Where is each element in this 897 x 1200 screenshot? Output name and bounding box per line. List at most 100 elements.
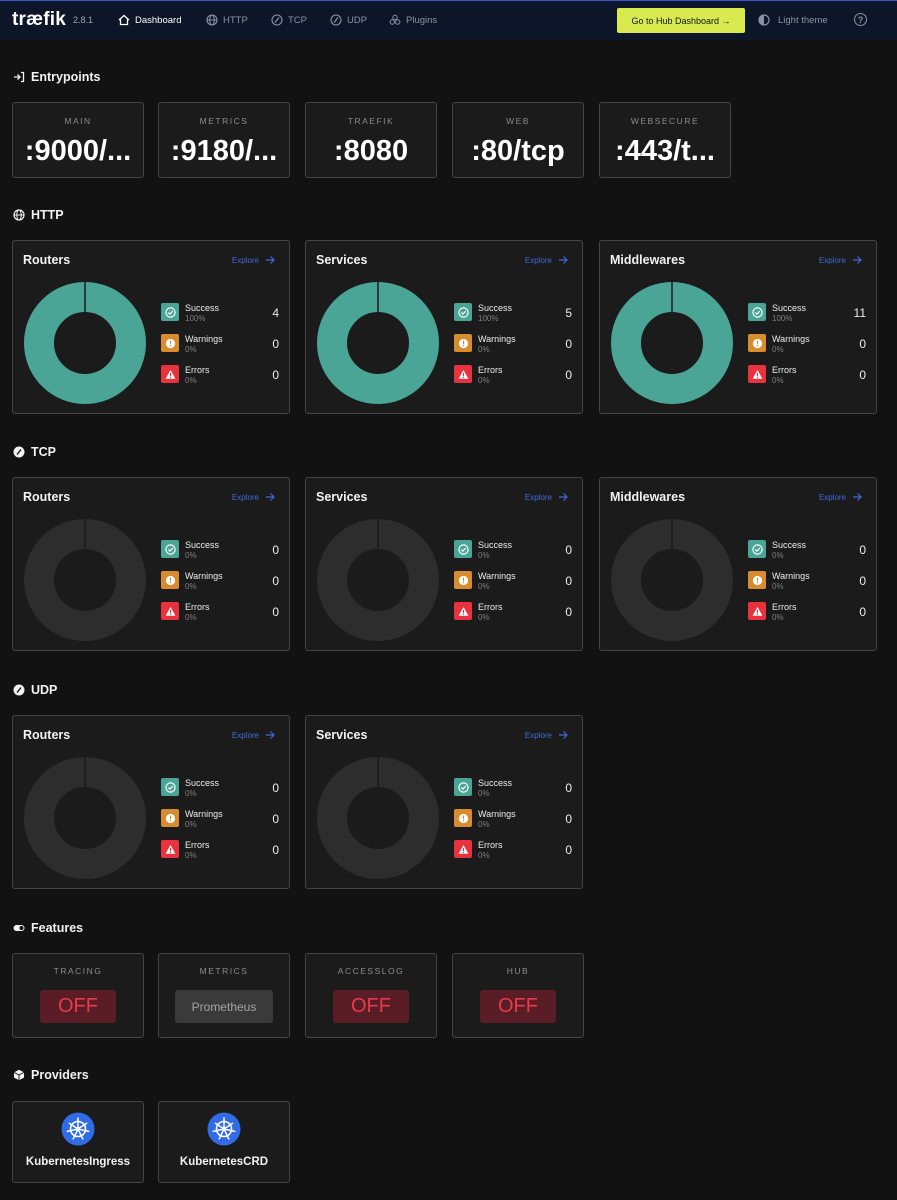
legend-success-label: Success [478, 303, 513, 313]
arrow-right-icon [559, 731, 568, 739]
legend-errors-count: 0 [272, 843, 279, 857]
legend-errors: Errors 0% 0 [161, 602, 279, 626]
legend-errors: Errors 0% 0 [454, 365, 572, 389]
provider-card-kubernetesingress: KubernetesIngress [12, 1101, 144, 1183]
legend-success: Success 0% 0 [454, 540, 572, 564]
explore-link[interactable]: Explore [525, 492, 568, 502]
provider-name: KubernetesCRD [179, 1156, 269, 1168]
legend-errors: Errors 0% 0 [748, 365, 866, 389]
legend-success-icon-box [454, 303, 472, 321]
legend-warnings: Warnings 0% 0 [161, 571, 279, 595]
card-title: Middlewares [610, 253, 686, 267]
legend-warnings-count: 0 [859, 337, 866, 351]
status-donut-chart [24, 282, 146, 404]
legend-errors-label: Errors [478, 602, 503, 612]
cube-icon [13, 1069, 25, 1081]
arrow-right-icon [853, 493, 862, 501]
legend-errors-label: Errors [772, 602, 797, 612]
entrypoints-heading: Entrypoints [13, 70, 100, 84]
legend-success-percent: 100% [185, 314, 206, 323]
status-donut-chart [317, 282, 439, 404]
udp-icon [13, 684, 25, 696]
explore-link[interactable]: Explore [232, 492, 275, 502]
status-donut-chart [24, 757, 146, 879]
legend-success-icon-box [748, 540, 766, 558]
legend-errors-count: 0 [565, 368, 572, 382]
legend-errors-icon-box [161, 365, 179, 383]
entrypoint-address: :8080 [333, 135, 409, 167]
legend-success-label: Success [185, 778, 220, 788]
legend-success-icon-box [454, 540, 472, 558]
legend-errors-icon-box [748, 602, 766, 620]
explore-label: Explore [231, 730, 259, 740]
check-circle-icon [164, 543, 176, 555]
legend-success-count: 0 [272, 543, 279, 557]
warning-triangle-icon [458, 369, 468, 379]
legend-warnings-count: 0 [565, 812, 572, 826]
udp-services-card: Services Explore Success 0% 0 Warnings 0 [305, 715, 583, 889]
legend-warnings-label: Warnings [772, 334, 810, 344]
udp-routers-card: Routers Explore Success 0% 0 Warnings 0% [12, 715, 290, 889]
traefik-logo[interactable]: træfik [12, 9, 66, 31]
nav-dashboard[interactable]: Dashboard [118, 14, 181, 26]
providers-heading: Providers [13, 1068, 89, 1082]
entrypoint-card-traefik: TRAEFIK :8080 [305, 102, 437, 178]
entrypoint-address: :443/t... [615, 135, 715, 167]
help-icon[interactable]: ? [854, 13, 867, 26]
legend-warnings-percent: 0% [478, 345, 490, 354]
legend-warnings: Warnings 0% 0 [161, 809, 279, 833]
tcp-routers-card: Routers Explore Success 0% 0 Warnings 0% [12, 477, 290, 651]
warning-triangle-icon [165, 369, 175, 379]
explore-link[interactable]: Explore [819, 492, 862, 502]
entrypoint-name: WEBSECURE [630, 116, 700, 126]
legend-errors-icon-box [161, 840, 179, 858]
legend-errors: Errors 0% 0 [454, 840, 572, 864]
legend-warnings: Warnings 0% 0 [748, 334, 866, 358]
legend-success-icon-box [454, 778, 472, 796]
check-circle-icon [457, 306, 469, 318]
explore-link[interactable]: Explore [525, 730, 568, 740]
go-to-hub-button[interactable]: Go to Hub Dashboard → [617, 8, 745, 33]
legend-warnings-icon-box [161, 809, 179, 827]
card-title: Services [316, 253, 368, 267]
legend-success: Success 100% 11 [748, 303, 866, 327]
legend-errors-label: Errors [185, 602, 210, 612]
http-heading: HTTP [13, 208, 64, 222]
legend-success: Success 100% 5 [454, 303, 572, 327]
legend-success-count: 5 [565, 306, 572, 320]
status-donut-chart [317, 519, 439, 641]
legend-errors-count: 0 [859, 368, 866, 382]
explore-link[interactable]: Explore [232, 255, 275, 265]
nav-plugins[interactable]: Plugins [389, 14, 437, 26]
exclamation-circle-icon [458, 338, 468, 348]
feature-name: METRICS [199, 966, 249, 976]
legend-errors-icon-box [454, 365, 472, 383]
feature-status-badge: OFF [480, 990, 556, 1023]
exclamation-circle-icon [165, 338, 175, 348]
udp-icon [330, 14, 342, 26]
nav-tcp[interactable]: TCP [271, 14, 307, 26]
nav-http[interactable]: HTTP [206, 14, 248, 26]
entrypoint-name: WEB [506, 116, 530, 126]
legend-warnings-label: Warnings [772, 571, 810, 581]
card-title: Routers [23, 253, 71, 267]
status-donut-chart [611, 519, 733, 641]
warning-triangle-icon [458, 606, 468, 616]
explore-link[interactable]: Explore [232, 730, 275, 740]
toggle-icon [13, 925, 25, 931]
theme-toggle-button[interactable]: Light theme [758, 14, 828, 26]
tcp-icon [13, 446, 25, 458]
nav-udp[interactable]: UDP [330, 14, 367, 26]
feature-status-badge: OFF [40, 990, 116, 1023]
explore-link[interactable]: Explore [525, 255, 568, 265]
entrypoint-card-main: MAIN :9000/... [12, 102, 144, 178]
arrow-right-icon [266, 493, 275, 501]
nav-tcp-label: TCP [288, 14, 307, 26]
explore-link[interactable]: Explore [819, 255, 862, 265]
sign-in-icon [14, 71, 25, 83]
warning-triangle-icon [752, 606, 762, 616]
legend-warnings-count: 0 [859, 574, 866, 588]
nav-udp-label: UDP [347, 14, 368, 26]
legend-errors-label: Errors [185, 365, 210, 375]
warning-triangle-icon [458, 844, 468, 854]
